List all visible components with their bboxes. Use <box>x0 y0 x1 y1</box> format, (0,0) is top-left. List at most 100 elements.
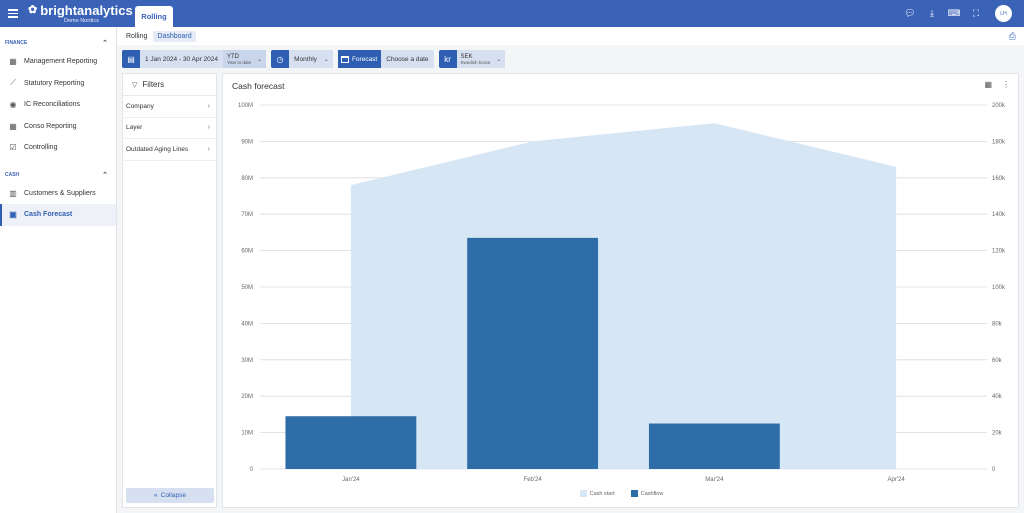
breadcrumb-rolling[interactable]: Rolling <box>122 31 151 42</box>
right-tick-label: 120k <box>992 249 1006 255</box>
bar-cashflow <box>648 423 780 469</box>
collapse-label: Collapse <box>160 492 186 499</box>
period-type-select[interactable]: YTD Year to date <box>223 50 256 68</box>
brand-subtitle: Demo Nordics <box>64 18 99 24</box>
date-range-value: 1 Jan 2024 - 30 Apr 2024 <box>145 55 219 63</box>
right-tick-label: 60k <box>992 358 1003 364</box>
bar-cashflow <box>467 237 599 469</box>
x-tick-label: Feb'24 <box>524 477 543 483</box>
chevron-up-icon[interactable]: ⌃ <box>102 39 108 47</box>
brand[interactable]: ✿ brightanalytics Demo Nordics <box>28 4 133 24</box>
sidebar-item-customers-suppliers[interactable]: ▥ Customers & Suppliers <box>0 183 116 205</box>
right-tick-label: 140k <box>992 212 1006 218</box>
legend-swatch <box>579 490 587 497</box>
sidebar-item-cash-forecast[interactable]: ▣ Cash Forecast <box>0 204 116 226</box>
filters-panel: ▽ Filters Company › Layer › Outdated Agi… <box>122 73 217 508</box>
sidebar-item-statutory-reporting[interactable]: ⟋ Statutory Reporting <box>0 73 116 95</box>
sidebar-item-label: Customers & Suppliers <box>24 189 96 197</box>
grid-icon: ▦ <box>9 121 17 131</box>
sidebar-item-ic-reconciliations[interactable]: ◉ IC Reconciliations <box>0 94 116 116</box>
filter-label: Company <box>126 102 154 110</box>
controls-bar: ▤ 1 Jan 2024 - 30 Apr 2024 YTD Year to d… <box>122 50 510 68</box>
section-cash-title: CASH <box>5 171 20 178</box>
right-tick-label: 160k <box>992 176 1006 182</box>
filter-icon: ▽ <box>132 81 138 89</box>
download-icon[interactable]: ⤓ <box>921 5 943 22</box>
top-bar: ✿ brightanalytics Demo Nordics Rolling 💬︎… <box>0 0 1024 27</box>
right-tick-label: 80k <box>992 321 1003 327</box>
legend-item[interactable]: Cash start <box>579 490 615 497</box>
forecast-toggle[interactable]: Forecast <box>337 50 382 68</box>
currency-select[interactable]: kr SEK Swedish krona ⌄ <box>438 50 506 68</box>
sidebar-item-management-reporting[interactable]: ▦ Management Reporting <box>0 51 116 73</box>
period-type-sub: Year to date <box>227 59 252 65</box>
globe-icon: ◉ <box>9 100 17 110</box>
menu-icon[interactable] <box>8 9 18 18</box>
forecast-label: Forecast <box>351 55 378 63</box>
sidebar-item-label: Statutory Reporting <box>24 79 85 87</box>
filter-outdated-aging-lines[interactable]: Outdated Aging Lines › <box>123 139 216 161</box>
left-tick-label: 60M <box>241 249 253 255</box>
wallet-icon: ▣ <box>9 210 17 220</box>
filters-header: ▽ Filters <box>123 74 216 96</box>
calendar-icon: ▤ <box>122 50 140 68</box>
left-tick-label: 10M <box>241 431 253 437</box>
currency-value: SEK Swedish krona <box>456 50 495 68</box>
chevron-down-icon[interactable]: ⌄ <box>494 50 506 68</box>
filter-layer[interactable]: Layer › <box>123 118 216 139</box>
filter-company[interactable]: Company › <box>123 96 216 118</box>
interval-value: Monthly <box>294 55 317 63</box>
forecast-date-placeholder: Choose a date <box>386 55 429 63</box>
right-tick-label: 0 <box>992 467 996 473</box>
brand-logo-icon: ✿ <box>28 4 38 16</box>
left-tick-label: 90M <box>241 139 253 145</box>
avatar[interactable]: LH <box>995 5 1012 22</box>
section-finance[interactable]: FINANCE ⌃ <box>0 35 116 51</box>
right-tick-label: 180k <box>992 139 1006 145</box>
x-tick-label: Apr'24 <box>888 477 906 483</box>
left-tick-label: 30M <box>241 358 253 364</box>
sidebar-item-label: IC Reconciliations <box>24 101 81 109</box>
keyboard-icon[interactable]: ⌨︎ <box>943 5 965 22</box>
right-tick-label: 200k <box>992 103 1006 109</box>
bar-cashflow <box>285 416 417 469</box>
legend-swatch <box>630 490 638 497</box>
section-cash[interactable]: CASH ⌃ <box>0 167 116 183</box>
sidebar-item-controlling[interactable]: ☑ Controlling <box>0 137 116 159</box>
sidebar-item-label: Controlling <box>24 144 58 152</box>
print-icon[interactable]: ⎙ <box>1009 31 1016 42</box>
sidebar-item-label: Cash Forecast <box>24 211 73 219</box>
date-range-picker[interactable]: ▤ 1 Jan 2024 - 30 Apr 2024 YTD Year to d… <box>122 50 267 68</box>
breadcrumb: Rolling Dashboard ⎙ <box>117 27 1024 45</box>
grid-icon: ▦ <box>9 57 17 67</box>
forecast-date-picker[interactable]: Forecast Choose a date <box>337 50 434 68</box>
currency-name: Swedish krona <box>460 59 491 65</box>
clipboard-check-icon: ☑ <box>9 143 17 153</box>
interval-select[interactable]: ◷ Monthly ⌄ <box>271 50 333 68</box>
currency-symbol: kr <box>438 50 457 68</box>
sidebar-item-label: Management Reporting <box>24 58 98 66</box>
filters-title: Filters <box>142 80 165 89</box>
x-tick-label: Mar'24 <box>705 477 724 483</box>
chevron-down-icon[interactable]: ⌄ <box>255 50 267 68</box>
legend-label: Cashflow <box>640 490 664 497</box>
legend-item[interactable]: Cashflow <box>630 490 664 497</box>
chevron-right-icon: › <box>207 102 210 110</box>
left-tick-label: 50M <box>241 285 253 291</box>
sidebar-item-label: Conso Reporting <box>24 122 77 130</box>
filter-label: Layer <box>126 124 143 132</box>
area-cash-start <box>350 123 897 469</box>
tab-rolling[interactable]: Rolling <box>135 6 173 27</box>
section-finance-title: FINANCE <box>5 40 28 46</box>
chevron-right-icon: › <box>207 145 210 153</box>
chevron-down-icon[interactable]: ⌄ <box>321 50 333 68</box>
collapse-button[interactable]: « Collapse <box>126 488 214 503</box>
chevron-up-icon[interactable]: ⌃ <box>102 171 108 179</box>
left-tick-label: 100M <box>238 103 253 109</box>
cash-forecast-chart: 0 0 10M 20k 20M 40k 30M 60k 40M 80k 50M 100k 60M 120k… <box>238 103 1006 483</box>
chat-icon[interactable]: 💬︎ <box>899 5 921 22</box>
sidebar-item-conso-reporting[interactable]: ▦ Conso Reporting <box>0 116 116 138</box>
breadcrumb-dashboard[interactable]: Dashboard <box>153 30 196 42</box>
chart-panel: Cash forecast ▦ ⋮ 0 0 10M 20k 20M 40k 30M 60k 40… <box>222 73 1019 508</box>
fullscreen-icon[interactable]: ⛶ <box>965 5 987 22</box>
